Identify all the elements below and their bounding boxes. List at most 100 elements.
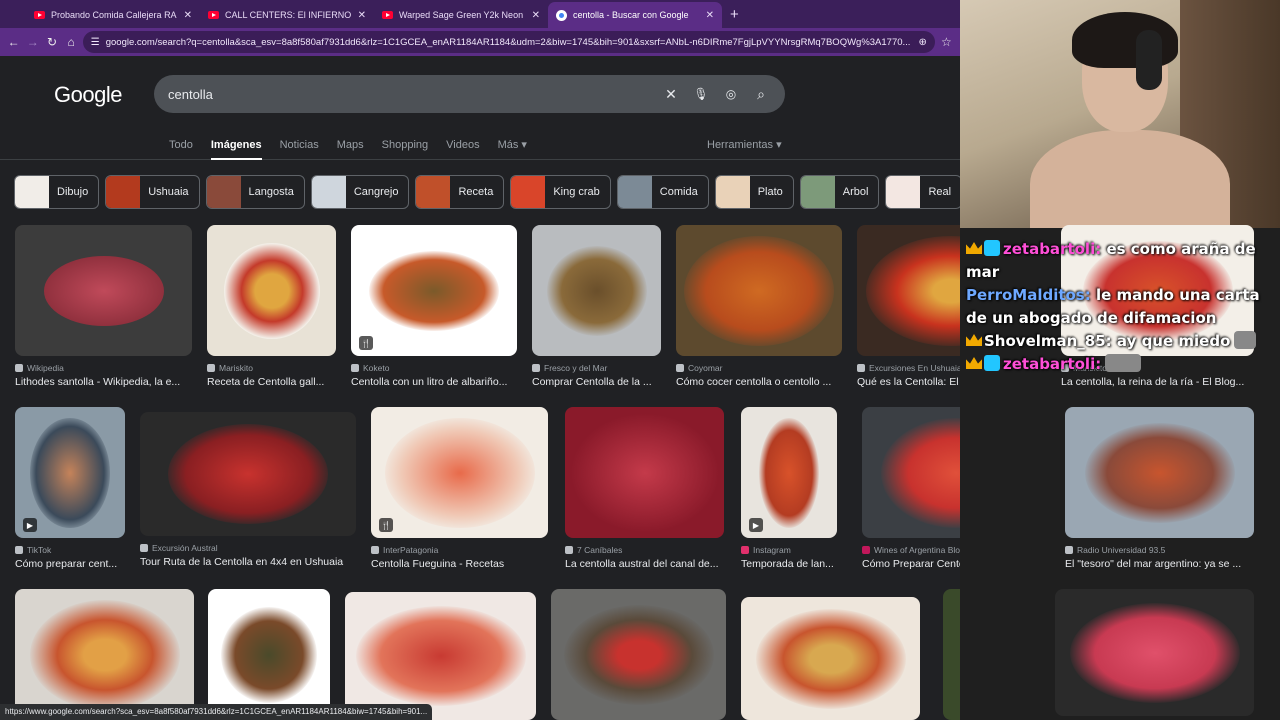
image-result[interactable]: Radio Universidad 93.5 El "tesoro" del m… — [1065, 407, 1254, 570]
microphone-icon[interactable]: 🎙 — [691, 87, 711, 101]
result-caption[interactable]: Qué es la Centolla: El Tesoro Gastr... — [857, 376, 960, 388]
result-image[interactable]: 🍴 — [371, 407, 548, 538]
chip-receta[interactable]: Receta — [415, 175, 505, 209]
search-input[interactable]: centolla — [168, 87, 651, 102]
site-info-icon[interactable]: ☰ — [91, 37, 100, 48]
result-image[interactable] — [15, 589, 194, 720]
tab-imagenes[interactable]: Imágenes — [210, 139, 262, 160]
tab-1[interactable]: CALL CENTERS: El INFIERNO al ✕ — [200, 2, 374, 28]
result-caption[interactable]: Cómo Preparar Centolla En Casa 20... — [862, 558, 960, 570]
image-result[interactable]: 🍴 InterPatagonia Centolla Fueguina - Rec… — [371, 407, 548, 570]
result-caption[interactable]: Temporada de lan... — [741, 558, 837, 570]
tab-noticias[interactable]: Noticias — [280, 139, 319, 151]
image-result[interactable]: Wikipedia Lithodes santolla - Wikipedia,… — [15, 225, 192, 388]
close-icon[interactable]: ✕ — [358, 10, 366, 21]
result-image[interactable] — [15, 225, 192, 356]
chip-label: Dibujo — [57, 186, 89, 198]
result-caption[interactable]: Centolla con un litro de albariño... — [351, 376, 517, 388]
image-result[interactable] — [741, 597, 920, 720]
chip-comida[interactable]: Comida — [616, 175, 709, 209]
result-image[interactable] — [862, 407, 960, 538]
close-icon[interactable]: ✕ — [184, 10, 192, 21]
address-bar[interactable]: ☰ google.com/search?q=centolla&sca_esv=8… — [82, 31, 935, 53]
result-caption[interactable]: Cómo preparar cent... — [15, 558, 125, 570]
result-caption[interactable]: Cómo cocer centolla o centollo ... — [676, 376, 842, 388]
image-result[interactable]: Mariskito Receta de Centolla gall... — [207, 225, 336, 388]
forward-icon[interactable]: → — [25, 32, 40, 52]
result-image[interactable] — [345, 592, 536, 720]
chip-plato[interactable]: Plato — [714, 175, 794, 209]
search-icon[interactable]: ⌕ — [751, 86, 771, 103]
tab-2[interactable]: Warped Sage Green Y2k Neon ✕ — [374, 2, 548, 28]
image-result[interactable] — [943, 589, 960, 720]
image-result[interactable]: Fresco y del Mar Comprar Centolla de la … — [532, 225, 661, 388]
result-caption[interactable]: Receta de Centolla gall... — [207, 376, 336, 388]
image-result[interactable]: 🍴 Koketo Centolla con un litro de albari… — [351, 225, 517, 388]
image-result[interactable]: 7 Caníbales La centolla austral del cana… — [565, 407, 724, 570]
result-caption[interactable]: Lithodes santolla - Wikipedia, la e... — [15, 376, 192, 388]
tab-todo[interactable]: Todo — [169, 139, 193, 151]
tab-mas[interactable]: Más ▾ — [498, 138, 527, 151]
reload-icon[interactable]: ↻ — [44, 32, 59, 52]
chip-dibujo[interactable]: Dibujo — [14, 175, 100, 209]
close-icon[interactable]: ✕ — [706, 10, 714, 21]
result-image[interactable] — [140, 412, 356, 536]
result-caption[interactable]: Centolla Fueguina - Recetas — [371, 558, 548, 570]
chip-langosta[interactable]: Langosta — [205, 175, 305, 209]
tab-videos[interactable]: Videos — [446, 139, 479, 151]
result-image[interactable] — [1065, 407, 1254, 538]
chip-real[interactable]: Real — [885, 175, 960, 209]
image-result[interactable] — [1055, 589, 1254, 716]
result-image[interactable]: ▶ — [741, 407, 837, 538]
image-result[interactable] — [345, 592, 536, 720]
image-result[interactable]: Coyomar Cómo cocer centolla o centollo .… — [676, 225, 842, 388]
chip-arbol[interactable]: Arbol — [799, 175, 880, 209]
result-image[interactable] — [676, 225, 842, 356]
back-icon[interactable]: ← — [6, 32, 21, 52]
result-image[interactable] — [857, 225, 960, 356]
tools-button[interactable]: Herramientas ▾ — [707, 138, 782, 151]
filter-chips: Dibujo Ushuaia Langosta Cangrejo Receta … — [0, 160, 960, 224]
image-result[interactable]: Excursiones En Ushuaia Qué es la Centoll… — [857, 225, 960, 388]
image-result[interactable]: ▶ TikTok Cómo preparar cent... — [15, 407, 125, 570]
image-result[interactable]: Excursión Austral Tour Ruta de la Centol… — [140, 412, 356, 568]
bookmark-star-icon[interactable]: ☆ — [939, 32, 954, 52]
image-result[interactable]: ▶ Instagram Temporada de lan... — [741, 407, 837, 570]
new-tab-icon[interactable]: + — [722, 2, 747, 28]
tab-shopping[interactable]: Shopping — [382, 139, 429, 151]
result-image[interactable] — [943, 589, 960, 720]
result-caption[interactable]: La centolla, la reina de la ría - El Blo… — [1061, 376, 1254, 388]
home-icon[interactable]: ⌂ — [64, 32, 79, 52]
result-image[interactable]: 🍴 — [351, 225, 517, 356]
image-result[interactable]: Wines of Argentina Blog Cómo Preparar Ce… — [862, 407, 960, 570]
google-logo[interactable]: Google — [54, 82, 122, 108]
search-box[interactable]: centolla ✕ 🎙 ◎ ⌕ — [154, 75, 785, 113]
camera-lens-icon[interactable]: ◎ — [721, 87, 741, 101]
close-icon[interactable]: ✕ — [532, 10, 540, 21]
result-image[interactable] — [741, 597, 920, 720]
result-image[interactable] — [1055, 589, 1254, 716]
result-caption[interactable]: Comprar Centolla de la ... — [532, 376, 661, 388]
result-image[interactable] — [532, 225, 661, 356]
tab-0[interactable]: Probando Comida Callejera RA ✕ — [26, 2, 200, 28]
result-caption[interactable]: La centolla austral del canal de... — [565, 558, 724, 570]
zoom-icon[interactable]: ⊕ — [918, 37, 926, 48]
result-caption[interactable]: El "tesoro" del mar argentino: ya se ... — [1065, 558, 1254, 570]
image-result[interactable] — [15, 589, 194, 720]
result-image[interactable] — [208, 589, 330, 720]
image-result[interactable] — [551, 589, 726, 720]
result-image[interactable] — [207, 225, 336, 356]
tab-3[interactable]: centolla - Buscar con Google ✕ — [548, 2, 722, 28]
image-result[interactable] — [208, 589, 330, 720]
result-caption[interactable]: Tour Ruta de la Centolla en 4x4 en Ushua… — [140, 556, 356, 568]
chip-thumbnail — [15, 176, 49, 208]
chip-ushuaia[interactable]: Ushuaia — [105, 175, 200, 209]
tab-maps[interactable]: Maps — [337, 139, 364, 151]
clear-icon[interactable]: ✕ — [661, 86, 681, 103]
chip-cangrejo[interactable]: Cangrejo — [310, 175, 410, 209]
chip-king-crab[interactable]: King crab — [510, 175, 611, 209]
result-source: Excursión Austral — [140, 543, 356, 553]
result-image[interactable]: ▶ — [15, 407, 125, 538]
result-image[interactable] — [551, 589, 726, 720]
result-image[interactable] — [565, 407, 724, 538]
